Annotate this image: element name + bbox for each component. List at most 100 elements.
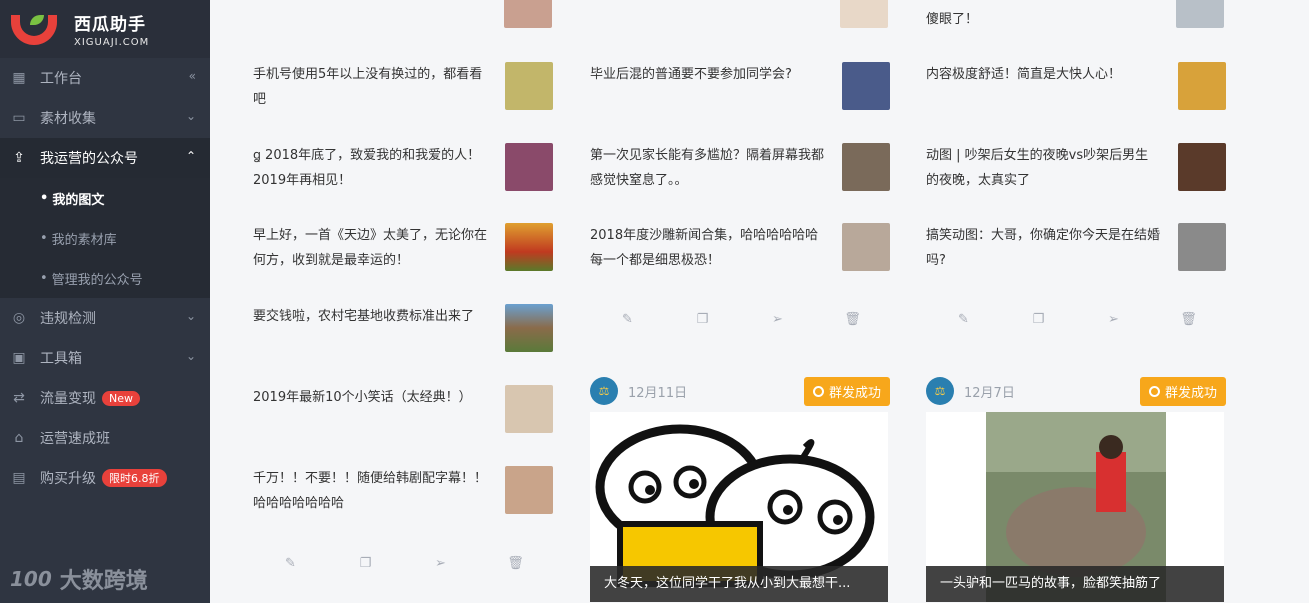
inbox-icon: ▭ <box>12 110 26 126</box>
article-thumbnail <box>842 143 890 191</box>
sidebar-item-my-accounts[interactable]: ⇪ 我运营的公众号 ⌃ <box>0 138 210 178</box>
article-thumbnail <box>1178 223 1226 271</box>
article-title[interactable]: 傻眼了！ <box>926 8 978 27</box>
article-thumbnail <box>505 223 553 271</box>
sidebar-item-label: 违规检测 <box>40 311 96 327</box>
article-actions: ✎ ❐ ➢ 🗑 <box>253 553 553 573</box>
article-title[interactable]: 2018年度沙雕新闻合集，哈哈哈哈哈哈每一个都是细思极恐！ <box>590 223 825 273</box>
watermark-logo: 100 <box>10 567 52 591</box>
sidebar-item-label: 我运营的公众号 <box>40 151 138 167</box>
article-column-3: 傻眼了！ 内容极度舒适！简直是大快人心！ 动图 | 吵架后女生的夜晚vs吵架后男… <box>926 0 1226 603</box>
send-icon[interactable]: ➢ <box>431 556 451 571</box>
clock-icon <box>812 385 824 397</box>
article-item[interactable]: 搞笑动图：大哥，你确定你今天是在结婚吗? <box>926 223 1226 283</box>
sidebar-item-violation-check[interactable]: ◎ 违规检测 ⌄ <box>0 298 210 338</box>
sidebar-subitem-manage-accounts[interactable]: • 管理我的公众号 <box>0 258 210 298</box>
sidebar-item-toolbox[interactable]: ▣ 工具箱 ⌄ <box>0 338 210 378</box>
article-item[interactable]: 内容极度舒适！简直是大快人心！ <box>926 62 1226 122</box>
discount-badge: 限时6.8折 <box>102 469 167 487</box>
article-thumbnail <box>1178 62 1226 110</box>
article-title[interactable]: 毕业后混的普通要不要参加同学会? <box>590 62 825 87</box>
status-label: 群发成功 <box>828 385 881 401</box>
article-title[interactable]: 要交钱啦，农村宅基地收费标准出来了 <box>253 304 488 329</box>
article-thumbnail <box>842 223 890 271</box>
article-item[interactable]: 毕业后混的普通要不要参加同学会? <box>590 62 890 122</box>
briefcase-icon: ▣ <box>12 350 26 366</box>
delete-icon[interactable]: 🗑 <box>843 312 863 327</box>
article-thumbnail <box>504 0 552 28</box>
article-grid: 手机号使用5年以上没有换过的，都看看吧 ꬶ 2018年底了，致爱我的和我爱的人！… <box>210 0 1309 603</box>
post-cover[interactable]: 一头驴和一匹马的故事，脸都笑抽筋了 <box>926 412 1224 602</box>
article-item[interactable]: ꬶ 2018年底了，致爱我的和我爱的人！2019年再相见！ <box>253 143 553 203</box>
article-title[interactable]: 早上好，一首《天边》太美了，无论你在何方，收到就是最幸运的！ <box>253 223 488 273</box>
status-badge: 群发成功 <box>803 376 890 406</box>
article-item[interactable]: 2018年度沙雕新闻合集，哈哈哈哈哈哈每一个都是细思极恐！ <box>590 223 890 283</box>
sidebar-subitem-my-materials[interactable]: • 我的素材库 <box>0 218 210 258</box>
article-title[interactable]: 千万！！不要！！随便给韩剧配字幕！！哈哈哈哈哈哈哈 <box>253 466 488 516</box>
chevron-down-icon: ⌄ <box>185 309 196 323</box>
article-title[interactable]: ꬶ 2018年底了，致爱我的和我爱的人！2019年再相见！ <box>253 143 488 193</box>
sidebar-subitem-label: 管理我的公众号 <box>51 272 143 288</box>
dashboard-icon: ▦ <box>12 70 26 86</box>
sidebar-item-label: 流量变现 <box>40 391 96 407</box>
account-avatar: ⚖ <box>590 377 618 405</box>
edit-icon[interactable]: ✎ <box>618 312 638 327</box>
article-item[interactable]: 千万！！不要！！随便给韩剧配字幕！！哈哈哈哈哈哈哈 <box>253 466 553 526</box>
post-date: 12月11日 <box>628 385 688 401</box>
edit-icon[interactable]: ✎ <box>281 556 301 571</box>
card-icon: ▤ <box>12 470 26 486</box>
article-title[interactable]: 手机号使用5年以上没有换过的，都看看吧 <box>253 62 488 112</box>
status-badge: 群发成功 <box>1139 376 1226 406</box>
article-thumbnail <box>505 466 553 514</box>
sidebar-item-workbench[interactable]: ▦ 工作台 « <box>0 58 210 98</box>
sidebar-subitem-label: 我的图文 <box>52 192 105 208</box>
sidebar-item-collect[interactable]: ▭ 素材收集 ⌄ <box>0 98 210 138</box>
article-thumbnail <box>505 62 553 110</box>
delete-icon[interactable]: 🗑 <box>506 556 526 571</box>
copy-icon[interactable]: ❐ <box>356 556 376 571</box>
article-title[interactable]: 搞笑动图：大哥，你确定你今天是在结婚吗? <box>926 223 1161 273</box>
sidebar-item-label: 工具箱 <box>40 351 82 367</box>
article-item[interactable]: 2019年最新10个小笑话（太经典！） <box>253 385 553 445</box>
send-icon[interactable]: ➢ <box>1104 312 1124 327</box>
chevron-down-icon: ⌄ <box>185 109 196 123</box>
article-title[interactable]: 内容极度舒适！简直是大快人心！ <box>926 62 1161 87</box>
article-item[interactable]: 手机号使用5年以上没有换过的，都看看吧 <box>253 62 553 122</box>
article-item[interactable]: 动图 | 吵架后女生的夜晚vs吵架后男生的夜晚，太真实了 <box>926 143 1226 203</box>
delete-icon[interactable]: 🗑 <box>1179 312 1199 327</box>
article-title[interactable]: 2019年最新10个小笑话（太经典！） <box>253 385 488 410</box>
sidebar-item-upgrade[interactable]: ▤ 购买升级 限时6.8折 <box>0 458 210 498</box>
copy-icon[interactable]: ❐ <box>693 312 713 327</box>
post-title: 大冬天，这位同学干了我从小到大最想干... <box>590 566 888 602</box>
watermark-text: 大数跨境 <box>59 569 148 594</box>
status-label: 群发成功 <box>1164 385 1217 401</box>
copy-icon[interactable]: ❐ <box>1029 312 1049 327</box>
article-item[interactable]: 早上好，一首《天边》太美了，无论你在何方，收到就是最幸运的！ <box>253 223 553 283</box>
sidebar-subitem-my-articles[interactable]: • 我的图文 <box>0 178 210 218</box>
edit-icon[interactable]: ✎ <box>954 312 974 327</box>
collapse-icon[interactable]: « <box>189 69 196 83</box>
sidebar-item-monetize[interactable]: ⇄ 流量变现 New <box>0 378 210 418</box>
account-avatar: ⚖ <box>926 377 954 405</box>
sidebar-item-course[interactable]: ⌂ 运营速成班 <box>0 418 210 458</box>
article-title[interactable]: 第一次见家长能有多尴尬？隔着屏幕我都感觉快窒息了。。 <box>590 143 825 193</box>
article-item[interactable]: 第一次见家长能有多尴尬？隔着屏幕我都感觉快窒息了。。 <box>590 143 890 203</box>
sidebar-item-label: 素材收集 <box>40 111 96 127</box>
sidebar-item-label: 购买升级 <box>40 471 96 487</box>
article-thumbnail <box>505 385 553 433</box>
chevron-down-icon: ⌄ <box>185 349 196 363</box>
article-item[interactable]: 要交钱啦，农村宅基地收费标准出来了 <box>253 304 553 364</box>
watermark: 100 大数跨境 <box>10 563 148 595</box>
chevron-up-icon: ⌃ <box>185 149 196 163</box>
brand-header[interactable]: 西瓜助手 XIGUAJI.COM <box>0 0 210 58</box>
scan-icon: ◎ <box>12 310 26 326</box>
clock-icon <box>1148 385 1160 397</box>
sidebar-item-label: 工作台 <box>40 71 82 87</box>
post-header: ⚖ 12月7日 群发成功 <box>926 376 1226 406</box>
article-thumbnail <box>1178 143 1226 191</box>
post-cover[interactable]: 大冬天，这位同学干了我从小到大最想干... <box>590 412 888 602</box>
send-icon[interactable]: ➢ <box>768 312 788 327</box>
graduation-icon: ⌂ <box>14 430 24 446</box>
article-title[interactable]: 动图 | 吵架后女生的夜晚vs吵架后男生的夜晚，太真实了 <box>926 143 1161 193</box>
upload-icon: ⇪ <box>13 150 25 166</box>
